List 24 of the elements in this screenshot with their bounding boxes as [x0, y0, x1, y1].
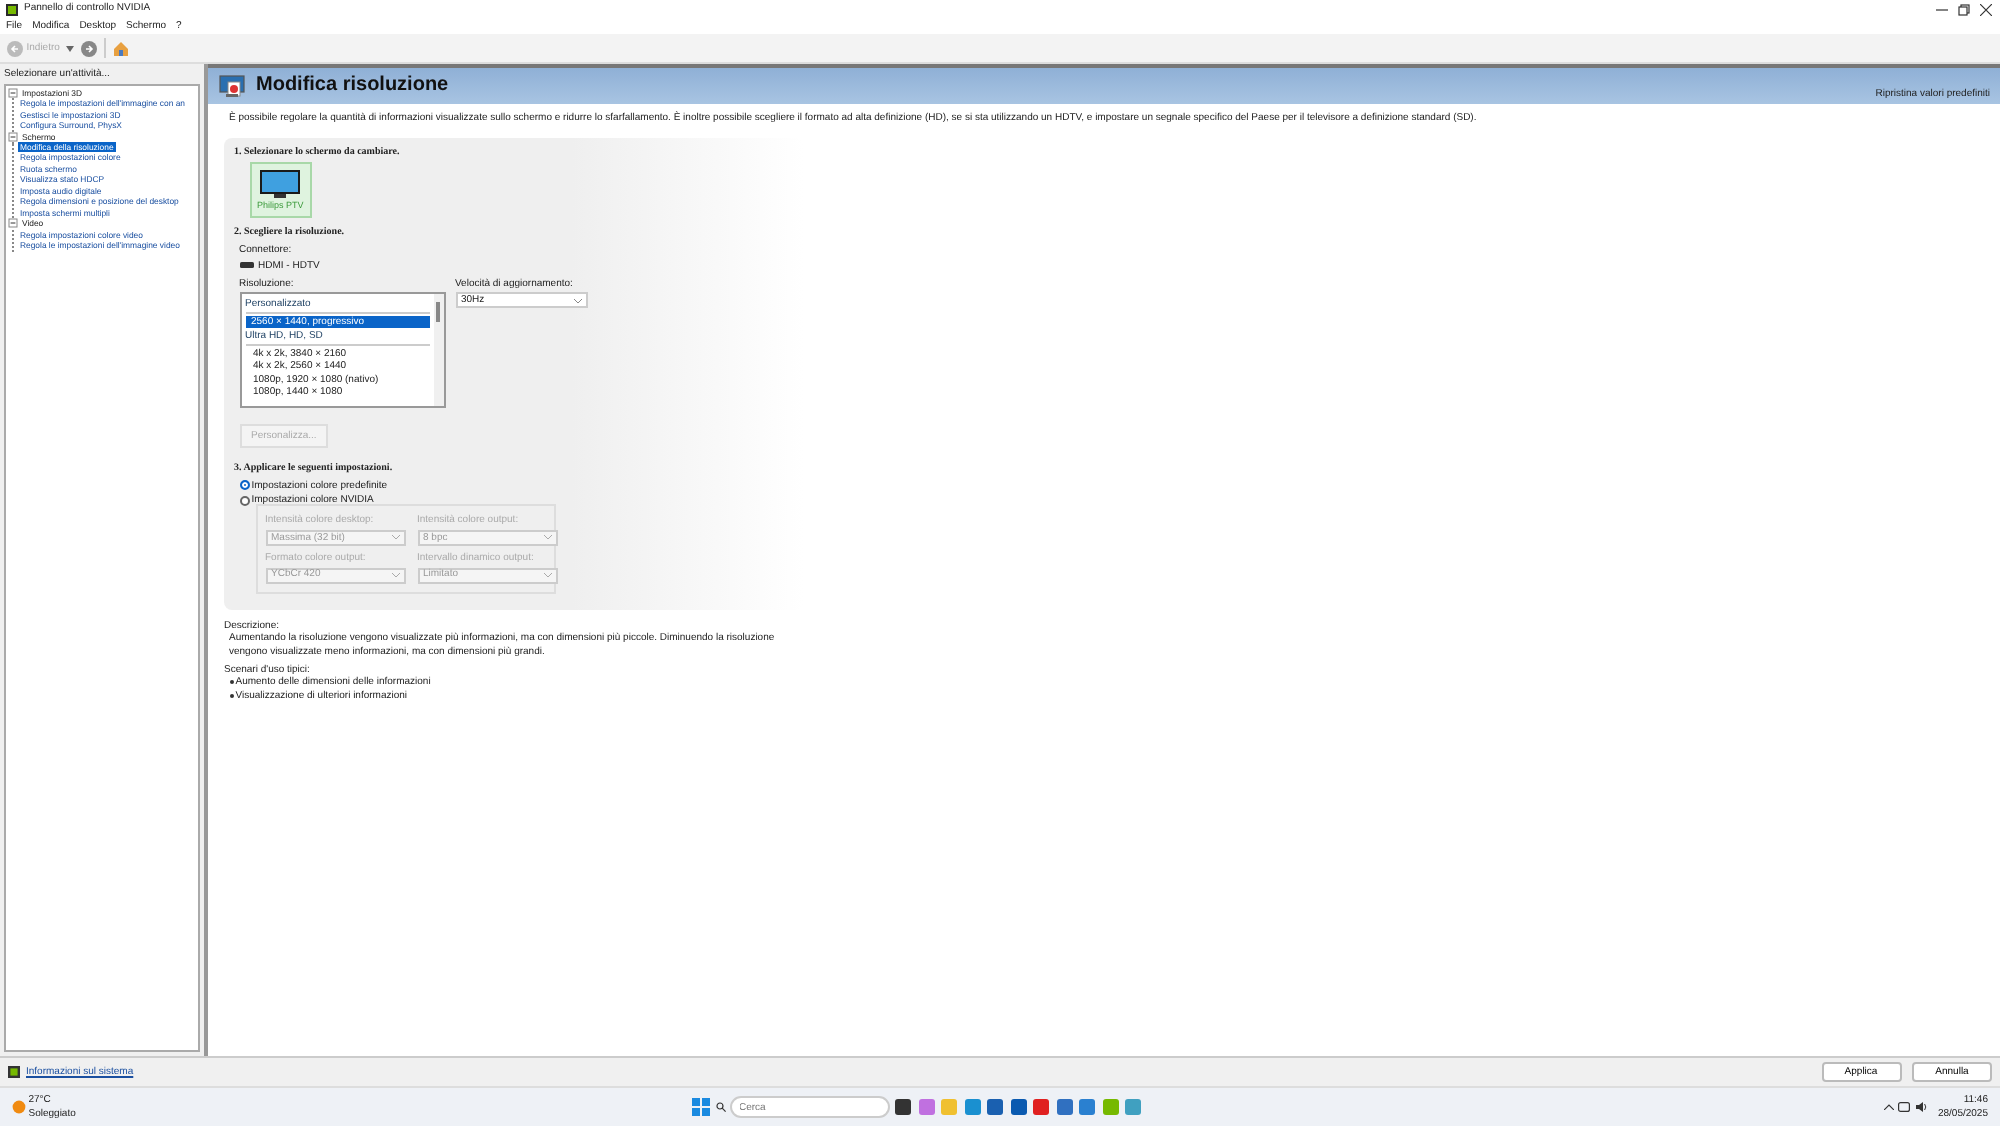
- radio-button[interactable]: [239, 496, 249, 507]
- collapse-icon[interactable]: [8, 218, 18, 229]
- scrollbar-thumb[interactable]: [436, 302, 440, 323]
- collapse-icon[interactable]: [8, 131, 18, 142]
- speaker-icon[interactable]: [1915, 1102, 1928, 1112]
- home-icon[interactable]: [111, 39, 130, 57]
- page-title: Modifica risoluzione: [256, 74, 451, 98]
- minimize-icon[interactable]: [1935, 3, 1948, 15]
- hdmi-connector-icon: [239, 262, 253, 269]
- close-icon[interactable]: [1979, 3, 1992, 15]
- display-settings-icon: [218, 73, 246, 99]
- forward-arrow-icon[interactable]: [79, 39, 98, 57]
- monitor-icon: [258, 168, 303, 201]
- system-info-icon: [8, 1066, 20, 1078]
- caret-icon[interactable]: [65, 45, 74, 51]
- collapse-icon[interactable]: [8, 87, 18, 98]
- start-icon[interactable]: [692, 1098, 710, 1116]
- sun-icon: [12, 1100, 26, 1114]
- search-icon[interactable]: [715, 1102, 725, 1112]
- maximize-icon[interactable]: [1957, 3, 1970, 15]
- network-icon[interactable]: [1898, 1102, 1911, 1112]
- radio-button[interactable]: [239, 480, 249, 491]
- chevron-up-icon[interactable]: [1883, 1104, 1894, 1110]
- app-logo-icon: [6, 3, 18, 15]
